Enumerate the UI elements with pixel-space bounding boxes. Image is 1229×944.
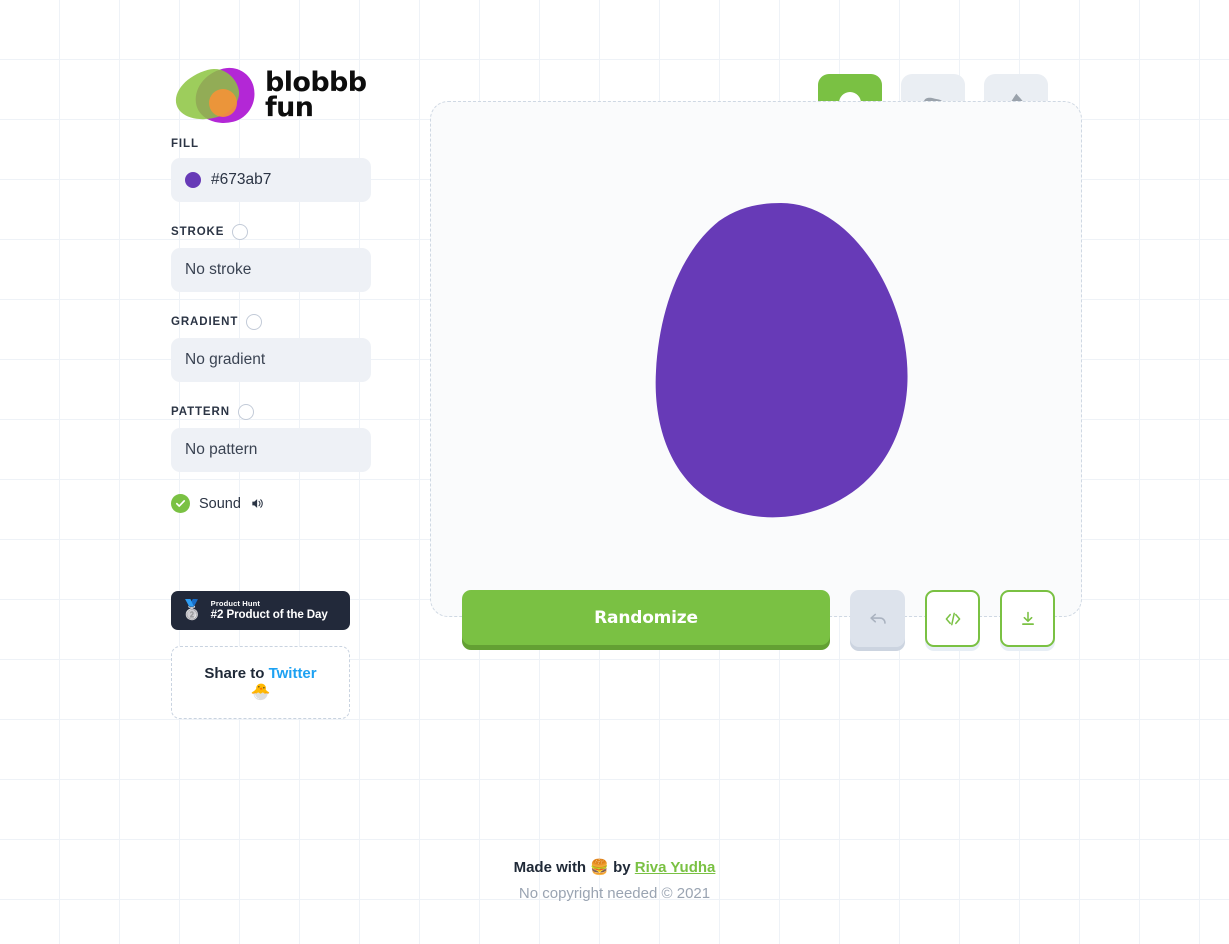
blob-canvas[interactable] xyxy=(430,101,1082,617)
silver-medal-icon: 🥈 xyxy=(180,600,204,621)
pattern-value-box[interactable]: No pattern xyxy=(171,428,371,472)
gradient-toggle[interactable] xyxy=(246,314,263,330)
product-hunt-title: #2 Product of the Day xyxy=(210,608,328,622)
download-icon xyxy=(1021,611,1034,625)
made-middle: by xyxy=(608,859,635,876)
stroke-value-box[interactable]: No stroke xyxy=(171,248,371,292)
pattern-label-text: PATTERN xyxy=(171,406,230,418)
gradient-value-box[interactable]: No gradient xyxy=(171,338,371,382)
brand-name: blobbb fun xyxy=(265,69,367,123)
made-with-line: Made with 🍔 by Riva Yudha xyxy=(0,858,1229,876)
action-bar: Randomize xyxy=(462,590,1055,647)
fill-label: FILL xyxy=(171,138,371,150)
stroke-value-text: No stroke xyxy=(185,261,252,278)
fill-label-text: FILL xyxy=(171,138,199,150)
randomize-button[interactable]: Randomize xyxy=(462,590,830,645)
undo-button[interactable] xyxy=(850,590,905,647)
gradient-value-text: No gradient xyxy=(185,351,266,368)
stroke-label: STROKE xyxy=(171,224,371,240)
product-hunt-badge[interactable]: 🥈 Product Hunt #2 Product of the Day xyxy=(171,591,350,630)
gradient-label: GRADIENT xyxy=(171,314,371,330)
code-brackets-icon xyxy=(945,612,960,625)
stroke-label-text: STROKE xyxy=(171,226,225,238)
pattern-toggle[interactable] xyxy=(237,404,254,420)
footer: Made with 🍔 by Riva Yudha No copyright n… xyxy=(0,858,1229,902)
undo-arrow-icon xyxy=(869,613,886,624)
fill-color-swatch xyxy=(185,172,201,188)
brand-logo[interactable]: blobbb fun xyxy=(169,60,371,132)
made-prefix: Made with xyxy=(513,859,591,876)
speaker-icon[interactable] xyxy=(250,496,265,511)
chick-emoji-icon: 🐣 xyxy=(250,683,271,701)
copyright-text: No copyright needed © 2021 xyxy=(518,885,711,902)
share-label: Share to Twitter xyxy=(204,665,316,682)
blob-shape[interactable] xyxy=(653,201,919,525)
sidebar: blobbb fun FILL #673ab7 STROKE No stroke… xyxy=(169,60,371,719)
share-network: Twitter xyxy=(268,664,317,682)
fill-value-box[interactable]: #673ab7 xyxy=(171,158,371,202)
author-link[interactable]: Riva Yudha xyxy=(635,859,716,876)
pattern-label: PATTERN xyxy=(171,404,371,420)
blobbb-logo-icon xyxy=(169,62,261,130)
stroke-toggle[interactable] xyxy=(232,224,249,240)
check-icon xyxy=(175,500,186,507)
sound-label: Sound xyxy=(199,495,241,512)
fill-value-text: #673ab7 xyxy=(211,171,272,188)
brand-line-2: fun xyxy=(265,92,314,123)
pattern-value-text: No pattern xyxy=(185,441,258,458)
share-prefix: Share to xyxy=(204,664,269,682)
sound-row[interactable]: Sound xyxy=(171,494,371,513)
sound-checkbox[interactable] xyxy=(171,494,190,513)
product-hunt-texts: Product Hunt #2 Product of the Day xyxy=(210,598,328,622)
share-to-twitter-button[interactable]: Share to Twitter 🐣 xyxy=(171,646,350,719)
show-code-button[interactable] xyxy=(925,590,980,647)
gradient-label-text: GRADIENT xyxy=(171,316,239,328)
burger-emoji-icon: 🍔 xyxy=(590,859,609,876)
download-button[interactable] xyxy=(1000,590,1055,647)
product-hunt-kicker: Product Hunt xyxy=(210,598,260,608)
